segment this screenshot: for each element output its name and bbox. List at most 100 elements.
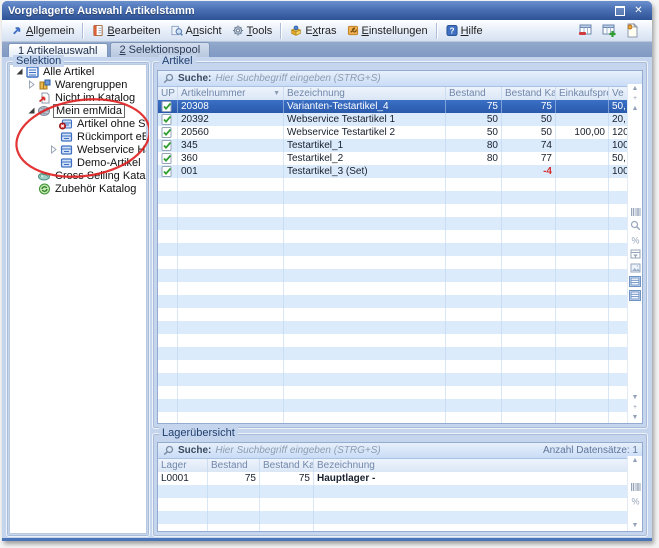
table-cell [556, 321, 609, 334]
table-cell: Webservice Testartikel 2 [284, 126, 446, 139]
image-icon[interactable] [629, 262, 641, 274]
up-check-icon [161, 140, 173, 152]
column-header-bestand-kalk-[interactable]: Bestand Kalk. [260, 459, 314, 472]
scroll-glyph[interactable]: + [633, 94, 637, 104]
restore-button[interactable] [612, 4, 627, 17]
svg-text:%: % [631, 235, 639, 245]
table-remove-icon[interactable] [577, 23, 594, 39]
zoom-icon[interactable] [629, 220, 641, 232]
expander-open-icon[interactable] [26, 106, 37, 115]
percent-icon[interactable]: % [629, 495, 641, 507]
search-label: Suche: [178, 73, 211, 84]
table-cell [556, 113, 609, 126]
menu-extras[interactable]: Extras [285, 22, 341, 40]
cross-selling-icon [37, 170, 51, 182]
table-row[interactable]: 345Testartikel_18074100 [158, 139, 628, 152]
expander-closed-icon[interactable] [26, 80, 37, 89]
scroll-glyph[interactable]: ▲ [632, 104, 639, 114]
tree-item-r-ckimport-ebay[interactable]: Rückimport eBay [10, 130, 146, 143]
table-cell [284, 386, 446, 399]
tree-item-zubeh-r-katalog[interactable]: Zubehör Katalog [10, 182, 146, 195]
table-cell [446, 386, 502, 399]
filter-table-icon[interactable] [629, 248, 641, 260]
table-cell [178, 295, 284, 308]
tree-item-cross-selling-katalog[interactable]: Cross Selling Katalog [10, 169, 146, 182]
column-header-bezeichnung[interactable]: Bezeichnung [314, 459, 630, 472]
column-header-bestand[interactable]: Bestand [208, 459, 260, 472]
table-cell [178, 347, 284, 360]
column-header-up[interactable]: UP [158, 87, 178, 100]
table-cell [158, 230, 178, 243]
menu-allgemein[interactable]: Allgemein [6, 22, 79, 40]
scroll-glyph[interactable]: ▼ [632, 393, 639, 403]
menu-einstellungen[interactable]: Einstellungen [342, 22, 433, 40]
scroll-glyph[interactable]: ▼ [632, 521, 639, 531]
scroll-glyph[interactable]: ▲ [632, 456, 639, 466]
tree-item-demo-artikel[interactable]: Demo-Artikel [10, 156, 146, 169]
restore-icon [615, 6, 625, 16]
menu-ansicht[interactable]: Ansicht [166, 22, 227, 40]
tree-item-artikel-ohne-shop-kategorie[interactable]: Artikel ohne Shop-Kategorie [10, 117, 146, 130]
grid-blue-icon[interactable] [629, 290, 641, 302]
column-header-einkaufspreis[interactable]: Einkaufspreis [556, 87, 609, 100]
column-header-bestand-kalk-[interactable]: Bestand Kalk. [502, 87, 556, 100]
column-header-label: Ve [612, 88, 624, 99]
table-row[interactable]: 360Testartikel_2807750, [158, 152, 628, 165]
table-row[interactable]: 20560Webservice Testartikel 25050100,001… [158, 126, 628, 139]
barcode-icon[interactable] [629, 206, 641, 218]
column-header-bestand[interactable]: Bestand [446, 87, 502, 100]
table-row-empty [158, 321, 628, 334]
table-cell [178, 360, 284, 373]
table-cell: 001 [178, 165, 284, 178]
menu-hilfe[interactable]: ?Hilfe [441, 22, 488, 40]
table-cell [158, 204, 178, 217]
column-header-bezeichnung[interactable]: Bezeichnung [284, 87, 446, 100]
table-row[interactable]: L00017575Hauptlager - [158, 472, 628, 485]
selektion-label: Selektion [13, 55, 64, 67]
expander-open-icon[interactable] [14, 67, 25, 76]
scroll-glyph[interactable]: ▼ [632, 413, 639, 423]
table-cell [502, 360, 556, 373]
menu-tools[interactable]: Tools [227, 22, 278, 40]
table-cell [284, 373, 446, 386]
tree-item-mein-emmida[interactable]: Mein emMida [10, 104, 146, 117]
table-cell [158, 334, 178, 347]
table-cell [314, 498, 630, 511]
menu-label: Extras [305, 25, 336, 37]
tree-item-webservice-hauptkategorie[interactable]: Webservice Hauptkategorie [10, 143, 146, 156]
percent-icon[interactable]: % [629, 234, 641, 246]
new-note-icon[interactable] [623, 23, 640, 39]
table-cell [446, 256, 502, 269]
table-row-empty [158, 347, 628, 360]
table-add-icon[interactable] [600, 23, 617, 39]
table-cell [284, 399, 446, 412]
scroll-glyph[interactable]: + [633, 403, 637, 413]
drive-blue-icon [59, 144, 73, 156]
scroll-glyph[interactable]: ▲ [632, 84, 639, 94]
table-cell [284, 230, 446, 243]
expander-closed-icon[interactable] [48, 145, 59, 154]
table-cell [314, 511, 630, 524]
barcode-icon[interactable] [629, 481, 641, 493]
magnifier-doc-icon [171, 25, 183, 37]
table-cell [446, 399, 502, 412]
table-row-empty [158, 295, 628, 308]
table-row[interactable]: 001Testartikel_3 (Set)-4100 [158, 165, 628, 178]
artikel-search-input[interactable]: Suche: Hier Suchbegriff eingeben (STRG+S… [158, 71, 642, 87]
lager-search-input[interactable]: Suche: Hier Suchbegriff eingeben (STRG+S… [158, 443, 642, 459]
drive-blue-icon [59, 131, 73, 143]
grid-blue-icon[interactable] [629, 276, 641, 288]
table-cell: Testartikel_3 (Set) [284, 165, 446, 178]
close-button[interactable]: ✕ [631, 4, 646, 17]
menu-bearbeiten[interactable]: Bearbeiten [87, 22, 165, 40]
tree-item-warengruppen[interactable]: Warengruppen [10, 78, 146, 91]
column-header-label: Bezeichnung [287, 88, 345, 99]
table-cell [556, 282, 609, 295]
column-header-lager[interactable]: Lager [158, 459, 208, 472]
table-row[interactable]: 20308Varianten-Testartikel_4757550, [158, 100, 628, 113]
table-cell [284, 204, 446, 217]
table-cell [284, 308, 446, 321]
tree-item-nicht-im-katalog[interactable]: Nicht im Katalog [10, 91, 146, 104]
column-header-artikelnummer[interactable]: Artikelnummer▼ [178, 87, 284, 100]
table-row[interactable]: 20392Webservice Testartikel 1505020, [158, 113, 628, 126]
